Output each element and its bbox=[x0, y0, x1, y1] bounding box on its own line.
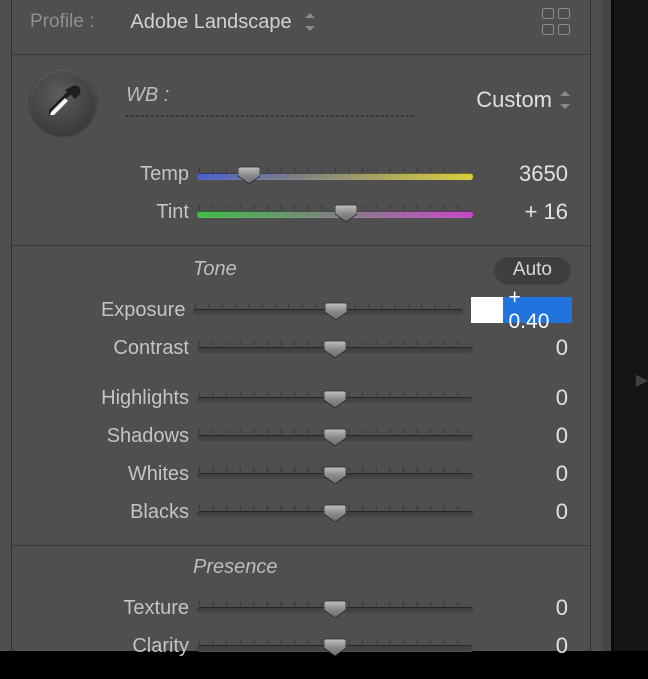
tint-slider[interactable] bbox=[197, 205, 473, 219]
tone-section: Tone Auto Exposure + 0.40 Contrast bbox=[12, 246, 590, 546]
auto-button[interactable]: Auto bbox=[495, 256, 570, 283]
eyedropper-icon bbox=[43, 82, 83, 122]
texture-slider[interactable] bbox=[197, 601, 473, 615]
blacks-row: Blacks 0 bbox=[30, 493, 572, 531]
highlights-label: Highlights bbox=[30, 387, 189, 410]
profile-section: Profile : Adobe Landscape bbox=[12, 0, 590, 55]
contrast-value[interactable]: 0 bbox=[481, 335, 572, 361]
shadows-row: Shadows 0 bbox=[30, 417, 572, 455]
presence-title: Presence bbox=[193, 556, 572, 579]
temp-value[interactable]: 3650 bbox=[481, 161, 572, 187]
exposure-slider[interactable] bbox=[193, 303, 463, 317]
blacks-slider[interactable] bbox=[197, 505, 473, 519]
clarity-label: Clarity bbox=[30, 635, 189, 658]
profile-browser-icon[interactable] bbox=[542, 8, 572, 36]
exposure-row: Exposure + 0.40 bbox=[30, 291, 572, 329]
contrast-row: Contrast 0 bbox=[30, 329, 572, 367]
panel-edge: ▶ bbox=[602, 0, 648, 651]
contrast-slider[interactable] bbox=[197, 341, 473, 355]
divider bbox=[126, 115, 414, 117]
chevron-updown-icon bbox=[305, 13, 317, 31]
whites-row: Whites 0 bbox=[30, 455, 572, 493]
eyedropper-tool[interactable] bbox=[30, 69, 96, 135]
shadows-value[interactable]: 0 bbox=[481, 423, 572, 449]
tint-row: Tint + 16 bbox=[30, 193, 572, 231]
texture-row: Texture 0 bbox=[30, 589, 572, 627]
white-balance-section: WB : Custom Temp 3650 Tint bbox=[12, 55, 590, 246]
profile-value-text: Adobe Landscape bbox=[130, 11, 291, 33]
exposure-label: Exposure bbox=[30, 299, 185, 322]
whites-slider[interactable] bbox=[197, 467, 473, 481]
clarity-value[interactable]: 0 bbox=[481, 633, 572, 659]
presence-section: Presence Texture 0 Clarity 0 bbox=[12, 546, 590, 679]
contrast-label: Contrast bbox=[30, 337, 189, 360]
profile-dropdown[interactable]: Adobe Landscape bbox=[130, 11, 542, 34]
blacks-value[interactable]: 0 bbox=[481, 499, 572, 525]
wb-mode-dropdown[interactable]: Custom bbox=[476, 87, 572, 113]
temp-row: Temp 3650 bbox=[30, 155, 572, 193]
exposure-value-text: + 0.40 bbox=[503, 297, 573, 323]
wb-mode-value: Custom bbox=[476, 87, 552, 113]
blacks-label: Blacks bbox=[30, 501, 189, 524]
tone-title: Tone bbox=[193, 258, 495, 281]
texture-value[interactable]: 0 bbox=[481, 595, 572, 621]
temp-slider[interactable] bbox=[197, 167, 473, 181]
exposure-value-input[interactable]: + 0.40 bbox=[471, 297, 572, 323]
highlights-row: Highlights 0 bbox=[30, 379, 572, 417]
highlights-value[interactable]: 0 bbox=[481, 385, 572, 411]
shadows-label: Shadows bbox=[30, 425, 189, 448]
shadows-slider[interactable] bbox=[197, 429, 473, 443]
highlights-slider[interactable] bbox=[197, 391, 473, 405]
temp-label: Temp bbox=[30, 163, 189, 186]
whites-label: Whites bbox=[30, 463, 189, 486]
texture-label: Texture bbox=[30, 597, 189, 620]
whites-value[interactable]: 0 bbox=[481, 461, 572, 487]
expand-arrow-icon[interactable]: ▶ bbox=[636, 370, 648, 390]
chevron-updown-icon bbox=[560, 91, 572, 109]
profile-label: Profile : bbox=[30, 11, 94, 33]
wb-label: WB : bbox=[126, 84, 169, 107]
tint-label: Tint bbox=[30, 201, 189, 224]
clarity-row: Clarity 0 bbox=[30, 627, 572, 665]
tint-value[interactable]: + 16 bbox=[481, 199, 572, 225]
